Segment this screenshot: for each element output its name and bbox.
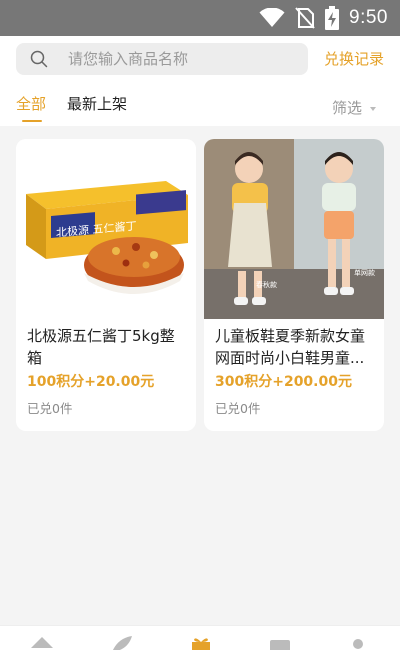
clock-time: 9:50 (349, 7, 388, 28)
filter-button[interactable]: 筛选 (332, 97, 376, 118)
filter-label: 筛选 (331, 99, 362, 117)
leaf-icon[interactable] (110, 636, 134, 650)
status-icons: 9:50 (259, 6, 388, 30)
exchange-record-link[interactable]: 兑换记录 (324, 48, 384, 69)
battery-charging-icon (325, 6, 340, 30)
product-price: 100积分+20.00元 (27, 374, 155, 390)
caret-down-icon (370, 106, 376, 111)
product-image: 春秋款 单网款 (204, 139, 384, 319)
bottom-nav (0, 625, 400, 650)
home-icon[interactable] (30, 636, 54, 650)
wifi-icon (259, 8, 285, 27)
tab-newest[interactable]: 最新上架 (67, 93, 127, 114)
product-title: 北极源五仁酱丁5kg整箱 (27, 327, 175, 367)
search-header: 兑换记录 (0, 36, 400, 82)
product-image: 北极源 五仁酱丁 (16, 139, 196, 319)
product-title: 儿童板鞋夏季新款女童网面时尚小白鞋男童... (215, 327, 366, 367)
product-card[interactable]: 北极源 五仁酱丁 北极源五仁酱丁5kg整箱 100积分+20.00元 已兑0件 (16, 139, 196, 431)
product-sold-count: 已兑0件 (215, 401, 261, 416)
search-box[interactable] (16, 43, 308, 75)
image-label-spring: 春秋款 (256, 280, 277, 289)
image-label-mesh: 单网款 (354, 268, 375, 277)
status-bar: 9:50 (0, 0, 400, 36)
product-sold-count: 已兑0件 (27, 401, 73, 416)
chart-icon[interactable] (268, 636, 292, 650)
gift-icon[interactable] (189, 636, 213, 650)
product-price: 300积分+200.00元 (215, 374, 352, 390)
active-tab-indicator (22, 120, 42, 122)
product-card[interactable]: 春秋款 单网款 儿童板鞋夏季新款女童网面时尚小白鞋男童... 300积分+200… (204, 139, 384, 431)
user-icon[interactable] (346, 636, 370, 650)
search-input[interactable] (68, 43, 298, 75)
tab-bar: 全部 最新上架 筛选 (0, 82, 400, 126)
no-sim-icon (295, 7, 315, 29)
search-icon (30, 50, 48, 68)
tab-all[interactable]: 全部 (16, 93, 46, 114)
